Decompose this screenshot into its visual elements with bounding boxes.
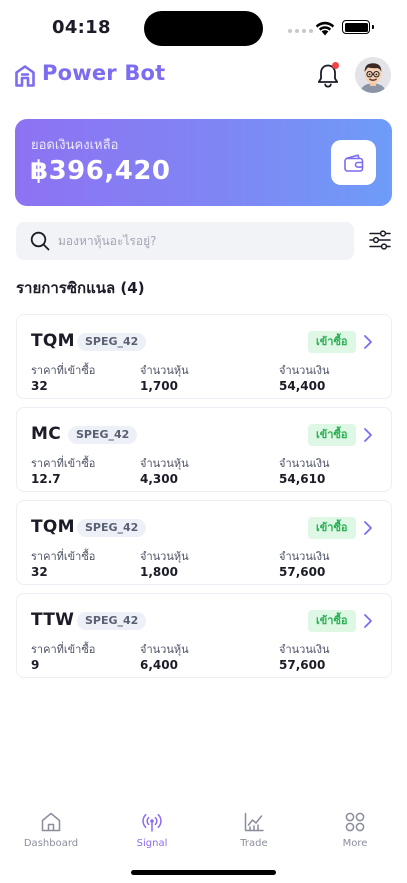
shares-value: 1,700 [140, 379, 178, 393]
price-value: 32 [31, 379, 48, 393]
filter-sliders-icon[interactable] [369, 229, 391, 251]
strategy-tag: SPEG_42 [77, 519, 147, 537]
nav-item-trade[interactable]: Trade [214, 806, 294, 856]
user-avatar[interactable] [355, 57, 391, 93]
buy-badge: เข้าซื้อ [308, 610, 356, 632]
bottom-nav: Dashboard Signal Trade More [0, 806, 407, 856]
wifi-icon [315, 21, 335, 36]
price-label: ราคาที่เข้าซื้อ [31, 457, 96, 470]
stock-symbol: TTW [31, 610, 75, 630]
nav-item-signal[interactable]: Signal [112, 806, 192, 856]
search-icon [30, 231, 50, 251]
amount-value: 57,600 [279, 565, 326, 579]
shares-label: จำนวนหุ้น [140, 364, 189, 377]
signal-card[interactable]: TTW SPEG_42 เข้าซื้อ ราคาที่เข้าซื้อ จำน… [16, 593, 392, 678]
price-label: ราคาที่เข้าซื้อ [31, 364, 96, 377]
amount-label: จำนวนเงิน [279, 364, 330, 377]
shares-label: จำนวนหุ้น [140, 550, 189, 563]
nav-label-signal: Signal [136, 838, 168, 849]
search-input[interactable] [58, 231, 338, 251]
app-header: Power Bot [0, 56, 407, 96]
amount-value: 54,400 [279, 379, 326, 393]
price-value: 12.7 [31, 472, 61, 486]
chevron-right-icon[interactable] [361, 612, 375, 630]
signal-card[interactable]: MC SPEG_42 เข้าซื้อ ราคาที่เข้าซื้อ จำนว… [16, 407, 392, 492]
status-bar: 04:18 [0, 0, 407, 56]
notification-dot [332, 62, 339, 69]
price-label: ราคาที่เข้าซื้อ [31, 550, 96, 563]
home-indicator [131, 870, 276, 875]
cellular-signal-icon [288, 29, 313, 33]
shares-value: 6,400 [140, 658, 178, 672]
signal-card[interactable]: TQM SPEG_42 เข้าซื้อ ราคาที่เข้าซื้อ จำน… [16, 500, 392, 585]
search-bar [16, 222, 354, 260]
signal-list: TQM SPEG_42 เข้าซื้อ ราคาที่เข้าซื้อ จำน… [16, 314, 392, 686]
battery-icon [342, 20, 374, 34]
price-value: 32 [31, 565, 48, 579]
shares-value: 1,800 [140, 565, 178, 579]
brand-title: Power Bot [42, 61, 166, 85]
buy-badge: เข้าซื้อ [308, 517, 356, 539]
signal-icon [142, 813, 162, 832]
amount-value: 57,600 [279, 658, 326, 672]
nav-item-more[interactable]: More [315, 806, 395, 856]
balance-card: ยอดเงินคงเหลือ ฿396,420 [15, 119, 392, 206]
strategy-tag: SPEG_42 [77, 612, 147, 630]
balance-label: ยอดเงินคงเหลือ [31, 138, 119, 153]
buy-badge: เข้าซื้อ [308, 331, 356, 353]
amount-value: 54,610 [279, 472, 326, 486]
chevron-right-icon[interactable] [361, 519, 375, 537]
amount-label: จำนวนเงิน [279, 550, 330, 563]
home-icon [41, 812, 61, 832]
price-label: ราคาที่เข้าซื้อ [31, 643, 96, 656]
shares-label: จำนวนหุ้น [140, 643, 189, 656]
grid-icon [345, 812, 365, 832]
buy-badge: เข้าซื้อ [308, 424, 356, 446]
power-bot-logo-icon [15, 65, 35, 87]
amount-label: จำนวนเงิน [279, 643, 330, 656]
amount-label: จำนวนเงิน [279, 457, 330, 470]
chevron-right-icon[interactable] [361, 333, 375, 351]
signal-list-title: รายการซิกแนล (4) [16, 279, 145, 297]
stock-symbol: MC [31, 424, 61, 444]
shares-value: 4,300 [140, 472, 178, 486]
dynamic-island [144, 11, 263, 46]
chart-icon [244, 812, 264, 832]
price-value: 9 [31, 658, 40, 672]
wallet-icon [343, 153, 363, 172]
nav-item-dashboard[interactable]: Dashboard [11, 806, 91, 856]
nav-label-dashboard: Dashboard [23, 838, 79, 849]
stock-symbol: TQM [31, 517, 75, 537]
status-time: 04:18 [52, 17, 111, 38]
shares-label: จำนวนหุ้น [140, 457, 189, 470]
balance-value: ฿396,420 [30, 156, 171, 186]
signal-card[interactable]: TQM SPEG_42 เข้าซื้อ ราคาที่เข้าซื้อ จำน… [16, 314, 392, 399]
strategy-tag: SPEG_42 [68, 426, 138, 444]
nav-label-trade: Trade [240, 838, 268, 849]
strategy-tag: SPEG_42 [77, 333, 147, 351]
stock-symbol: TQM [31, 331, 75, 351]
nav-label-more: More [342, 838, 368, 849]
wallet-button[interactable] [331, 140, 376, 185]
chevron-right-icon[interactable] [361, 426, 375, 444]
avatar-face-icon [355, 57, 391, 93]
